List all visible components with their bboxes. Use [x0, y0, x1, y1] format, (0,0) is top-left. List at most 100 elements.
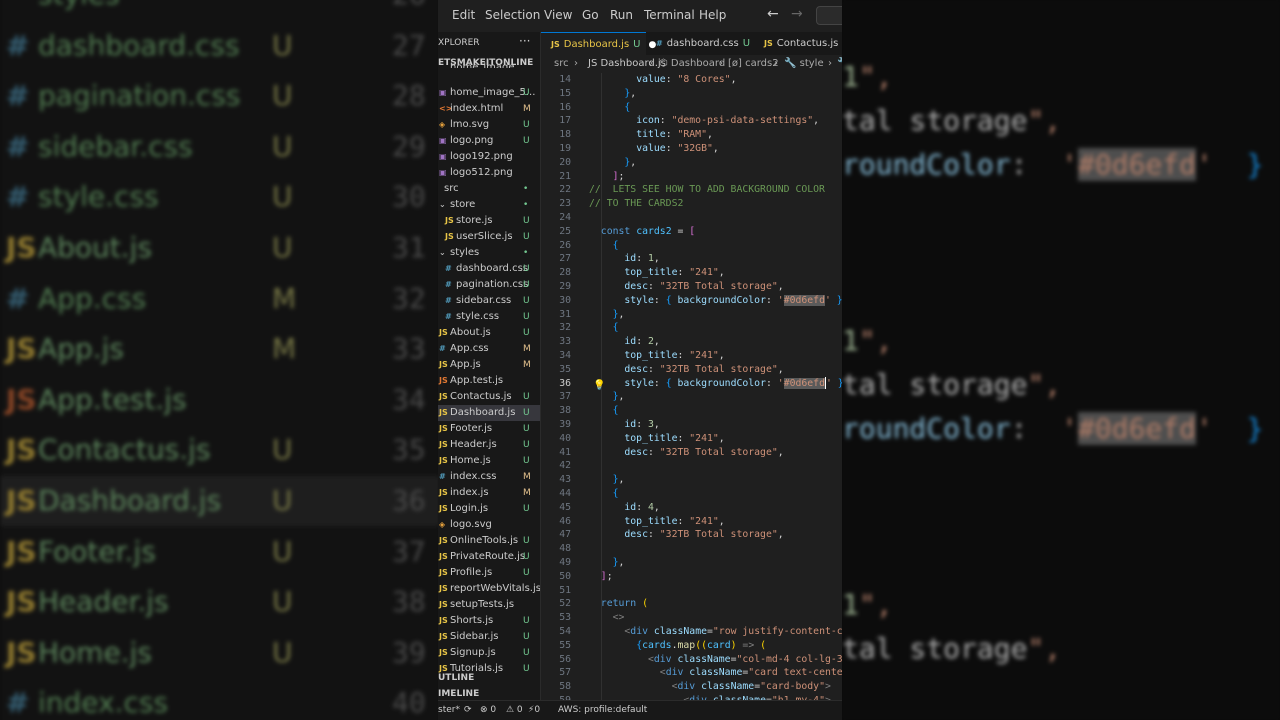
menu-edit[interactable]: Edit: [452, 8, 475, 22]
line-number: 57: [559, 667, 571, 679]
tree-item[interactable]: JS Contactus.js U: [438, 389, 540, 405]
tree-item[interactable]: JS Profile.js U: [438, 565, 540, 581]
code-text: {cards.map((card) => (: [636, 639, 767, 651]
tree-item[interactable]: JS index.js M: [438, 485, 540, 501]
tree-item[interactable]: # dashboard.css U: [438, 261, 540, 277]
more-actions-icon[interactable]: ···: [519, 34, 530, 48]
breadcrumb-item[interactable]: JS Dashboard.js: [588, 55, 666, 73]
tree-item[interactable]: src •: [438, 181, 540, 197]
code-line: 31 },: [541, 308, 842, 322]
tree-item[interactable]: <> index.html M: [438, 101, 540, 117]
errors-indicator[interactable]: ⊗ 0: [480, 701, 496, 720]
git-status-badge: U: [523, 568, 530, 578]
timeline-section[interactable]: IMELINE: [438, 689, 479, 699]
tree-item[interactable]: # sidebar.css U: [438, 293, 540, 309]
background-code-line: 1",: [842, 324, 893, 357]
code-text: ];: [600, 570, 613, 582]
tree-item[interactable]: JS OnlineTools.js U: [438, 533, 540, 549]
tree-item[interactable]: JS Sidebar.js U: [438, 629, 540, 645]
tree-item[interactable]: ▣ logo512.png: [438, 165, 540, 181]
tree-item[interactable]: JS Login.js U: [438, 501, 540, 517]
background-file-icon: #: [6, 28, 30, 62]
tree-item[interactable]: JS Header.js U: [438, 437, 540, 453]
tree-item[interactable]: JS PrivateRoute.js U: [438, 549, 540, 565]
background-file-name: index.css: [38, 686, 169, 720]
tree-item[interactable]: JS Footer.js U: [438, 421, 540, 437]
tree-item[interactable]: ▣ logo192.png: [438, 149, 540, 165]
menu-selection[interactable]: Selection: [485, 8, 540, 22]
code-line: 22 // LETS SEE HOW TO ADD BACKGROUND COLO…: [541, 183, 842, 197]
tree-item[interactable]: # App.css M: [438, 341, 540, 357]
background-file-name: styles: [38, 0, 120, 20]
menu-run[interactable]: Run: [610, 8, 633, 22]
code-text: <>: [612, 612, 625, 624]
background-file-name: App.js: [38, 332, 124, 366]
line-number: 42: [559, 460, 571, 472]
tree-item[interactable]: ◈ lmo.svg U: [438, 117, 540, 133]
tree-item[interactable]: # pagination.css U: [438, 277, 540, 293]
tree-item[interactable]: ▣ logo.png U: [438, 133, 540, 149]
tree-item[interactable]: JS Home.js U: [438, 453, 540, 469]
line-number: 56: [559, 653, 571, 665]
outline-section[interactable]: UTLINE: [438, 673, 474, 683]
background-row: JS Dashboard.js U 36: [0, 476, 440, 526]
code-line: 52 return (: [541, 597, 842, 611]
tree-item[interactable]: JS Dashboard.js U: [438, 405, 540, 421]
background-git-status: U: [272, 635, 293, 669]
sync-icon[interactable]: ⟳: [464, 701, 472, 720]
menu-terminal[interactable]: Terminal: [644, 8, 695, 22]
tab-dashboard-js[interactable]: JS Dashboard.js U ●: [541, 32, 656, 55]
line-number: 31: [559, 308, 571, 320]
tree-item[interactable]: ⌄ store •: [438, 197, 540, 213]
tree-item[interactable]: JS userSlice.js U: [438, 229, 540, 245]
breadcrumb-item[interactable]: 🔧 style: [784, 55, 824, 73]
tree-item[interactable]: # style.css U: [438, 309, 540, 325]
tree-item[interactable]: JS Signup.js U: [438, 645, 540, 661]
tree-item-label: styles: [450, 247, 480, 258]
command-center-search[interactable]: [816, 6, 842, 25]
back-arrow-icon[interactable]: ←: [767, 6, 779, 22]
tree-item[interactable]: JS App.test.js: [438, 373, 540, 389]
menu-help[interactable]: Help: [699, 8, 726, 22]
background-file-icon: JS: [6, 332, 37, 366]
tree-item[interactable]: JS reportWebVitals.js: [438, 581, 540, 597]
breadcrumb-item[interactable]: src: [554, 55, 569, 73]
tree-item[interactable]: JS App.js M: [438, 357, 540, 373]
tree-item[interactable]: ⌄ styles •: [438, 245, 540, 261]
line-number: 21: [559, 170, 571, 182]
menu-view[interactable]: View: [544, 8, 572, 22]
branch-indicator[interactable]: ster*: [438, 701, 460, 720]
breadcrumb-item[interactable]: [ø] cards2: [728, 55, 779, 73]
line-number: 38: [559, 405, 571, 417]
file-type-icon: JS: [439, 552, 448, 561]
code-line: 42: [541, 459, 842, 473]
file-type-icon: #: [445, 264, 452, 273]
tree-item-label: Header.js: [450, 439, 497, 450]
tab-contactus-js[interactable]: JSContactus.jsU: [754, 32, 842, 55]
tree-item[interactable]: # index.css M: [438, 469, 540, 485]
code-line: 58 <div className="card-body">: [541, 680, 842, 694]
breadcrumb-item[interactable]: ⬡ Dashboard: [659, 55, 725, 73]
tree-item[interactable]: ▣ home_image_5... U: [438, 85, 540, 101]
tree-item[interactable]: ◈ logo.svg: [438, 517, 540, 533]
tree-item[interactable]: home_image_...: [438, 60, 540, 68]
tree-item-label: store: [450, 199, 476, 210]
ports-indicator[interactable]: ⚡0: [528, 701, 540, 720]
tree-item[interactable]: JS setupTests.js: [438, 597, 540, 613]
line-number: 46: [559, 515, 571, 527]
background-git-status: U: [272, 433, 293, 467]
tree-item[interactable]: JS store.js U: [438, 213, 540, 229]
breadcrumb-item[interactable]: 🔧 b: [837, 55, 842, 73]
tab-dashboard-css[interactable]: # dashboard.css U: [646, 32, 751, 55]
aws-profile[interactable]: AWS: profile:default: [558, 701, 647, 720]
tree-item[interactable]: JS About.js U: [438, 325, 540, 341]
background-code-line: 1",: [842, 588, 893, 621]
code-editor[interactable]: 14 value: "8 Cores", 15 }, 16 {17 icon: "d…: [541, 73, 842, 700]
tree-item[interactable]: JS Shorts.js U: [438, 613, 540, 629]
code-text: {: [612, 322, 619, 334]
file-type-icon: #: [439, 472, 446, 481]
forward-arrow-icon[interactable]: →: [791, 6, 803, 22]
lightbulb-icon[interactable]: 💡: [593, 380, 605, 391]
warnings-indicator[interactable]: ⚠ 0: [506, 701, 523, 720]
menu-go[interactable]: Go: [582, 8, 599, 22]
